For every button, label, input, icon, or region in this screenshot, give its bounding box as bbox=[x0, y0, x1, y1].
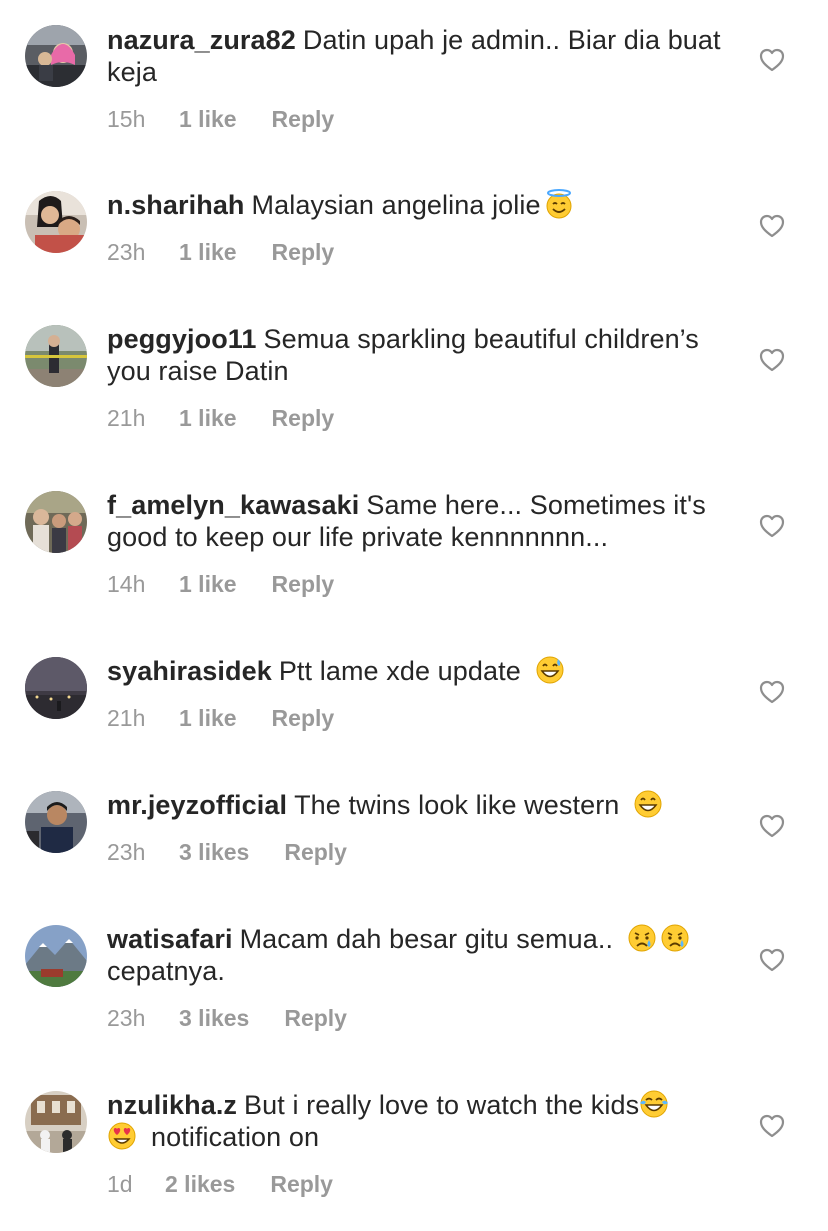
comment-text: notification on bbox=[151, 1122, 320, 1152]
grinning-face-icon bbox=[633, 789, 663, 819]
reply-button[interactable]: Reply bbox=[284, 1004, 347, 1032]
comment-time: 1d bbox=[107, 1171, 133, 1197]
reply-button[interactable]: Reply bbox=[272, 238, 335, 266]
comment-text: Macam dah besar gitu semua.. bbox=[239, 924, 614, 954]
avatar[interactable] bbox=[25, 325, 87, 387]
heart-outline-icon[interactable] bbox=[759, 814, 785, 838]
comment-time: 14h bbox=[107, 571, 146, 597]
heart-outline-icon[interactable] bbox=[759, 214, 785, 238]
avatar[interactable] bbox=[25, 791, 87, 853]
crying-face-icon bbox=[660, 923, 690, 953]
comment-username[interactable]: watisafari bbox=[107, 924, 233, 954]
comment-time: 21h bbox=[107, 405, 146, 431]
heart-outline-icon[interactable] bbox=[759, 348, 785, 372]
comment-likes[interactable]: 1 like bbox=[179, 404, 237, 432]
reply-button[interactable]: Reply bbox=[272, 704, 335, 732]
heart-outline-icon[interactable] bbox=[759, 680, 785, 704]
comment-text: Ptt lame xde update bbox=[278, 656, 521, 686]
smiling-face-with-heart-eyes-icon bbox=[107, 1121, 137, 1151]
comment-text: The twins look like western bbox=[294, 790, 620, 820]
comment-time: 23h bbox=[107, 839, 146, 865]
comment-username[interactable]: peggyjoo11 bbox=[107, 324, 257, 354]
avatar[interactable] bbox=[25, 191, 87, 253]
heart-outline-icon[interactable] bbox=[759, 1114, 785, 1138]
comment-likes[interactable]: 3 likes bbox=[179, 838, 249, 866]
avatar[interactable] bbox=[25, 25, 87, 87]
comment-likes[interactable]: 1 like bbox=[179, 238, 237, 266]
reply-button[interactable]: Reply bbox=[270, 1170, 333, 1198]
comment-likes[interactable]: 1 like bbox=[179, 704, 237, 732]
comment-text: cepatnya. bbox=[107, 956, 225, 986]
avatar[interactable] bbox=[25, 657, 87, 719]
reply-button[interactable]: Reply bbox=[272, 570, 335, 598]
avatar[interactable] bbox=[25, 491, 87, 553]
heart-outline-icon[interactable] bbox=[759, 48, 785, 72]
reply-button[interactable]: Reply bbox=[284, 838, 347, 866]
heart-outline-icon[interactable] bbox=[759, 514, 785, 538]
comment-likes[interactable]: 3 likes bbox=[179, 1004, 249, 1032]
avatar[interactable] bbox=[25, 925, 87, 987]
comment-time: 15h bbox=[107, 106, 146, 132]
comment-username[interactable]: n.sharihah bbox=[107, 190, 245, 220]
comment-time: 23h bbox=[107, 1005, 146, 1031]
comment-username[interactable]: syahirasidek bbox=[107, 656, 272, 686]
avatar[interactable] bbox=[25, 1091, 87, 1153]
comment-likes[interactable]: 1 like bbox=[179, 105, 237, 133]
comment-username[interactable]: f_amelyn_kawasaki bbox=[107, 490, 359, 520]
comment-likes[interactable]: 1 like bbox=[179, 570, 237, 598]
comment-time: 23h bbox=[107, 239, 146, 265]
grinning-face-with-sweat-icon bbox=[535, 655, 565, 685]
comment-text: Malaysian angelina jolie bbox=[251, 190, 541, 220]
heart-outline-icon[interactable] bbox=[759, 948, 785, 972]
comment-username[interactable]: mr.jeyzofficial bbox=[107, 790, 287, 820]
comment-text: But i really love to watch the kids bbox=[244, 1090, 640, 1120]
crying-face-icon bbox=[627, 923, 657, 953]
comment-time: 21h bbox=[107, 705, 146, 731]
reply-button[interactable]: Reply bbox=[272, 105, 335, 133]
smiling-face-with-halo-icon bbox=[544, 189, 574, 219]
reply-button[interactable]: Reply bbox=[272, 404, 335, 432]
comment-likes[interactable]: 2 likes bbox=[165, 1170, 235, 1198]
comment-username[interactable]: nazura_zura82 bbox=[107, 25, 296, 55]
face-with-tears-of-joy-icon bbox=[639, 1089, 669, 1119]
comment-username[interactable]: nzulikha.z bbox=[107, 1090, 237, 1120]
